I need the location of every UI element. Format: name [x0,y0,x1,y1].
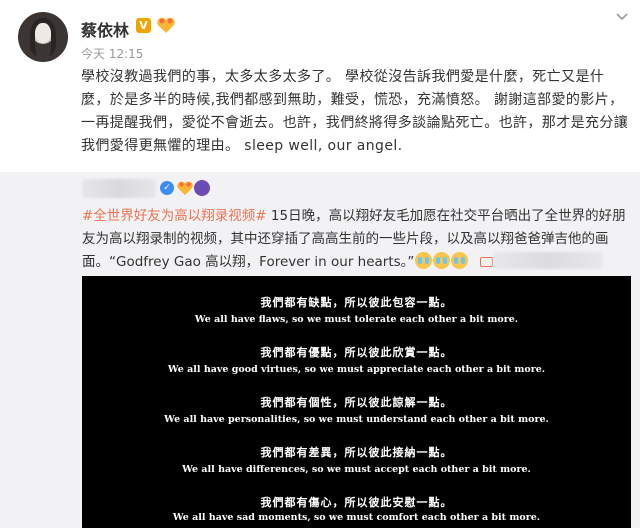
video-line-zh-4: 我們都有差異，所以彼此接納一點。 [260,446,453,459]
post-timestamp[interactable]: 今天 12:15 [81,45,143,62]
weibo-post: 蔡依林 V 今天 12:15 學校沒教過我們的事，太多太多太多了。 學校從沒告訴… [0,0,640,528]
video-line-zh-3: 我們都有個性，所以彼此諒解一點。 [260,396,453,409]
video-line-en-5: We all have sad moments, so we must comf… [172,512,541,523]
post-body-text: 學校沒教過我們的事，太多太多太多了。 學校從沒告訴我們愛是什麼，死亡又是什麼，於… [81,69,629,154]
vip-heart-icon[interactable] [156,16,176,34]
video-line-en-4: We all have differences, so we must acce… [182,464,531,475]
avatar-face [35,23,51,43]
video-line-en-2: We all have good virtues, so we must app… [167,364,546,375]
video-line-zh-5: 我們都有傷心，所以彼此安慰一點。 [260,496,453,509]
author-name[interactable]: 蔡依林 [81,17,129,41]
video-line-en-1: We all have flaws, so we must tolerate e… [194,314,519,325]
crying-emoji-icon [415,252,433,269]
verified-badge-icon: V [136,18,151,33]
author-avatar[interactable] [18,12,68,62]
blurred-repost-author[interactable] [82,179,156,198]
video-player[interactable]: 我們都有缺點，所以彼此包容一點。 We all have flaws, so w… [82,276,631,528]
video-line-zh-1: 我們都有缺點，所以彼此包容一點。 [260,296,453,309]
crown-badge-icon [194,180,210,196]
chevron-down-icon[interactable] [614,8,630,24]
blurred-video-link[interactable] [493,252,604,269]
vip-heart-icon[interactable] [176,180,194,196]
repost-card[interactable]: ✓ #全世界好友为高以翔录视频# 15日晚，高以翔好友毛加愿在社交平台晒出了全世… [0,172,640,528]
video-line-en-3: We all have personalities, so we must un… [164,414,549,425]
verified-badge-icon: ✓ [160,181,174,195]
video-link-icon[interactable] [480,257,494,267]
video-line-zh-2: 我們都有優點，所以彼此欣賞一點。 [260,346,453,359]
crying-emoji-icon [451,252,469,269]
repost-body-text: #全世界好友为高以翔录视频# 15日晚，高以翔好友毛加愿在社交平台晒出了全世界的… [82,205,634,274]
crying-emoji-icon [433,252,451,269]
topic-link[interactable]: #全世界好友为高以翔录视频# [82,208,267,224]
